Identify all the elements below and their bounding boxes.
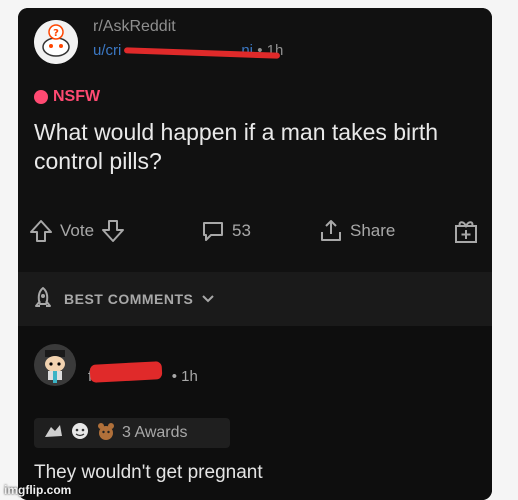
snoo-avatar-icon [34,344,76,386]
subreddit-avatar[interactable]: ? [34,20,78,64]
imgflip-watermark: imgflip.com [4,483,72,497]
chevron-down-icon [201,291,215,307]
comment-bubble-icon [200,218,226,244]
awards-count-label: 3 Awards [122,424,188,441]
award-hand-icon [42,421,64,446]
share-icon [318,218,344,244]
subreddit-name[interactable]: r/AskReddit [93,18,176,36]
comment-body: They wouldn't get pregnant [34,462,263,483]
comment-count: 53 [232,221,251,240]
gift-icon [452,217,480,245]
award-button[interactable] [452,217,480,245]
nsfw-label: NSFW [53,88,101,105]
commenter-redaction [89,361,163,383]
comment-card: fre • 1h 3 Awards They wouldn't get preg… [18,326,492,500]
rocket-icon [30,285,56,314]
reddit-screenshot: ? r/AskReddit u/cri ni • 1h NSFW What wou… [18,8,492,500]
comment-separator: • [171,368,177,385]
askreddit-icon: ? [34,20,78,64]
post-card: ? r/AskReddit u/cri ni • 1h NSFW What wou… [18,8,492,272]
awards-pill[interactable]: 3 Awards [34,418,230,448]
vote-label: Vote [60,221,95,240]
downvote-icon[interactable] [100,218,126,244]
share-button[interactable]: Share [318,218,444,244]
upvote-icon[interactable] [28,218,54,244]
vote-control: Vote [28,218,178,244]
award-face-icon [70,421,90,446]
share-label: Share [350,221,396,240]
nsfw-icon [34,90,48,104]
award-bear-icon [96,421,116,446]
svg-text:?: ? [53,28,59,39]
comment-sort-bar[interactable]: BEST COMMENTS [18,272,492,326]
sort-label: BEST COMMENTS [64,291,194,307]
commenter-avatar[interactable] [34,344,76,386]
post-author[interactable]: u/cri [93,42,121,59]
post-title[interactable]: What would happen if a man takes birth c… [34,118,474,176]
nsfw-badge: NSFW [34,88,100,106]
comment-time: 1h [181,368,198,385]
post-action-bar: Vote 53 Share [28,216,482,246]
comments-button[interactable]: 53 [200,218,318,244]
